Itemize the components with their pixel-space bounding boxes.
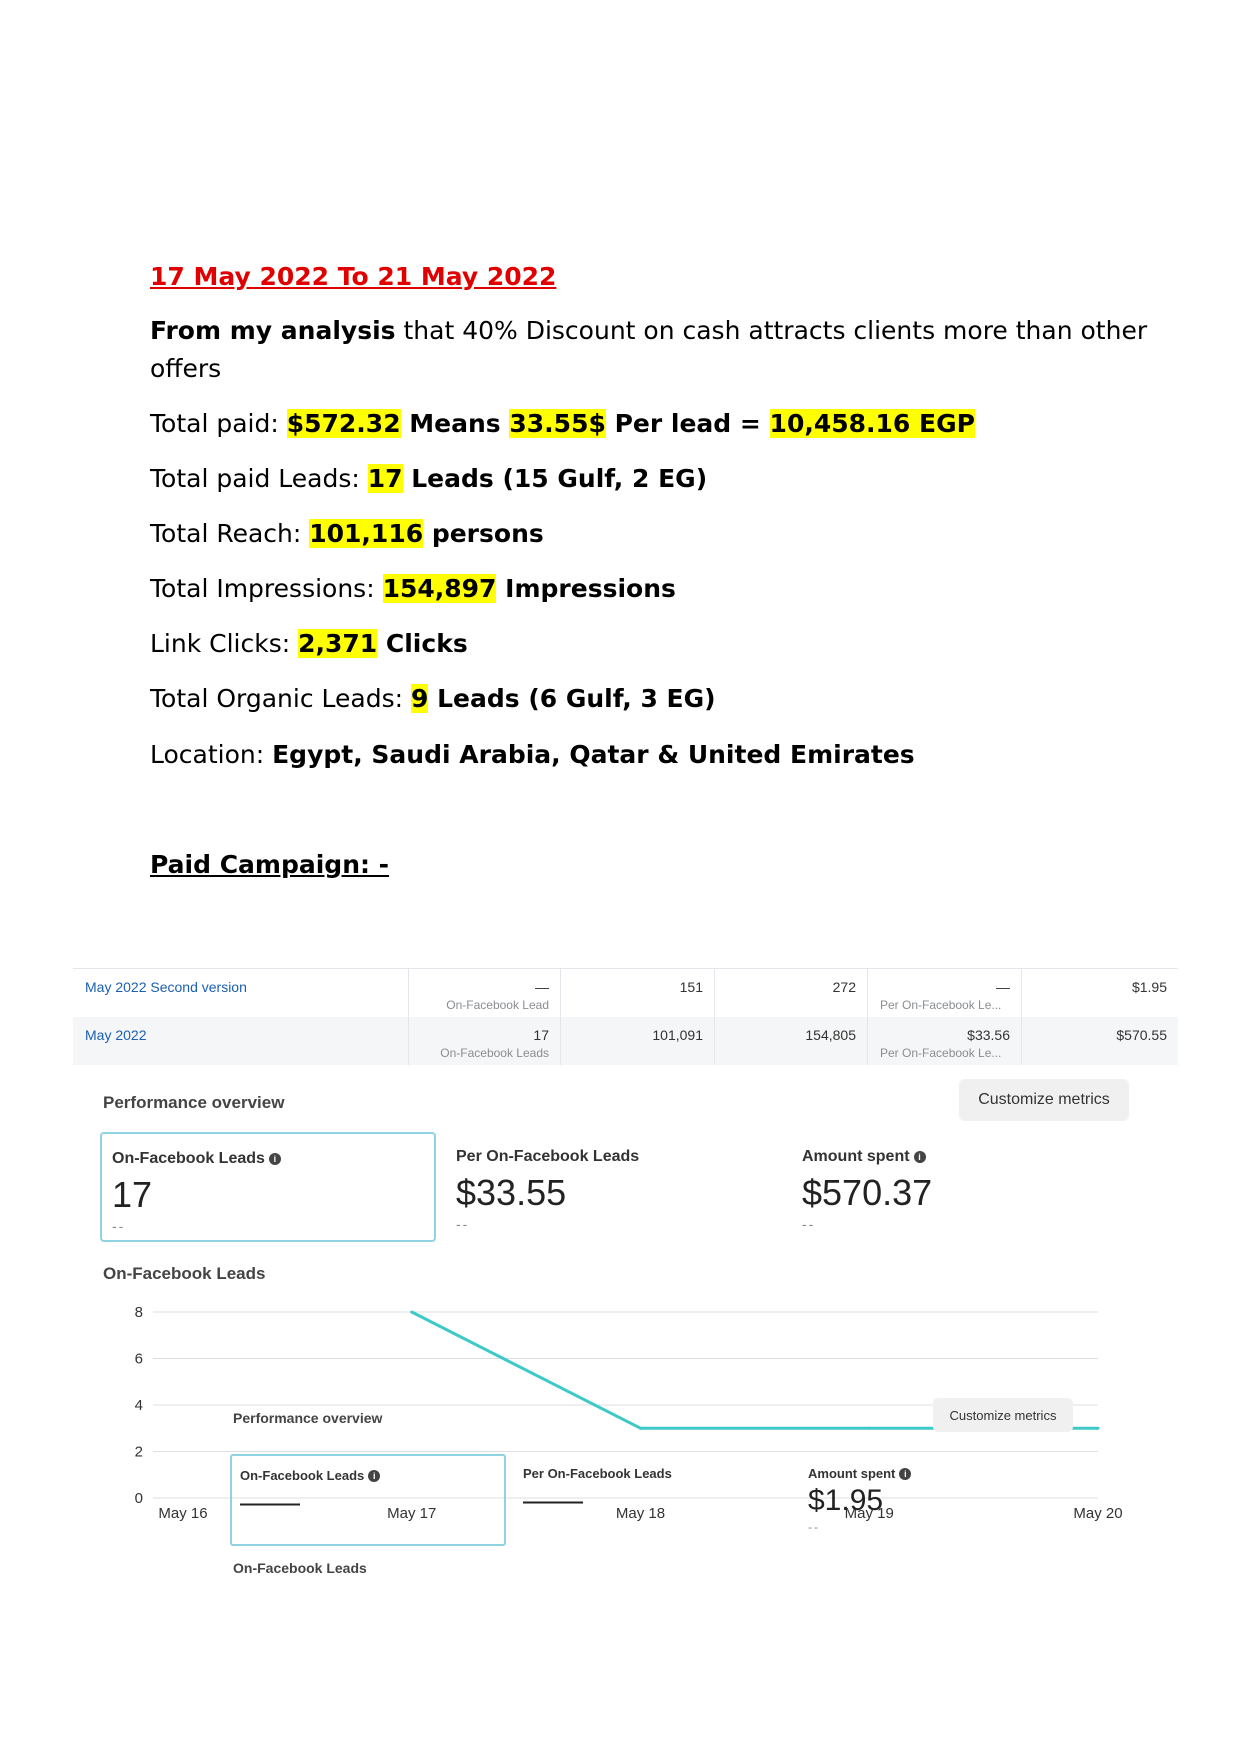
link-clicks-line: Link Clicks: 2,371 Clicks (150, 629, 468, 658)
metric-card-cost-per-lead[interactable]: Per On-Facebook Leads —— (515, 1454, 791, 1546)
analysis-line-1: From my analysis that 40% Discount on ca… (150, 316, 1148, 345)
y-tick-label: 8 (135, 1304, 143, 1321)
metric-value: —— (523, 1484, 583, 1517)
metric-value: $1.95 (808, 1484, 884, 1517)
info-icon[interactable]: i (899, 1468, 912, 1480)
ad-set-overview: Performance overview Customize metrics O… (155, 1380, 1075, 1580)
total-paid-line: Total paid: $572.32 Means 33.55$ Per lea… (150, 409, 975, 438)
info-icon[interactable]: i (368, 1470, 381, 1482)
reach-line: Total Reach: 101,116 persons (150, 519, 544, 548)
data-point[interactable] (410, 1310, 414, 1314)
paid-campaign-title: Paid Campaign: - (150, 850, 390, 879)
metric-card-leads[interactable]: On-Facebook Leads i —— (230, 1454, 506, 1546)
paid-leads-line: Total paid Leads: 17 Leads (15 Gulf, 2 E… (150, 464, 708, 493)
x-tick-label: May 20 (1073, 1505, 1122, 1522)
y-tick-label: 0 (135, 1490, 143, 1507)
y-tick-label: 2 (135, 1444, 143, 1461)
impressions-line: Total Impressions: 154,897 Impressions (150, 574, 676, 603)
metric-label: On-Facebook Leads (240, 1468, 365, 1483)
metric-value: —— (240, 1486, 300, 1519)
y-tick-label: 4 (135, 1397, 143, 1414)
metric-card-amount-spent[interactable]: Amount spent i $1.95 -- (800, 1454, 1076, 1546)
metric-label: Amount spent (808, 1466, 896, 1481)
customize-metrics-button[interactable]: Customize metrics (933, 1398, 1073, 1432)
metric-label: Per On-Facebook Leads (523, 1466, 672, 1481)
chart-title: On-Facebook Leads (233, 1560, 367, 1576)
location-line: Location: Egypt, Saudi Arabia, Qatar & U… (150, 740, 915, 769)
metric-delta: -- (808, 1520, 820, 1534)
date-range-title: 17 May 2022 To 21 May 2022 (150, 262, 557, 291)
organic-leads-line: Total Organic Leads: 9 Leads (6 Gulf, 3 … (150, 684, 716, 713)
analysis-line-2: offers (150, 354, 222, 383)
performance-overview-title: Performance overview (233, 1410, 383, 1426)
y-tick-label: 6 (135, 1351, 143, 1368)
data-point[interactable] (1096, 1426, 1100, 1430)
